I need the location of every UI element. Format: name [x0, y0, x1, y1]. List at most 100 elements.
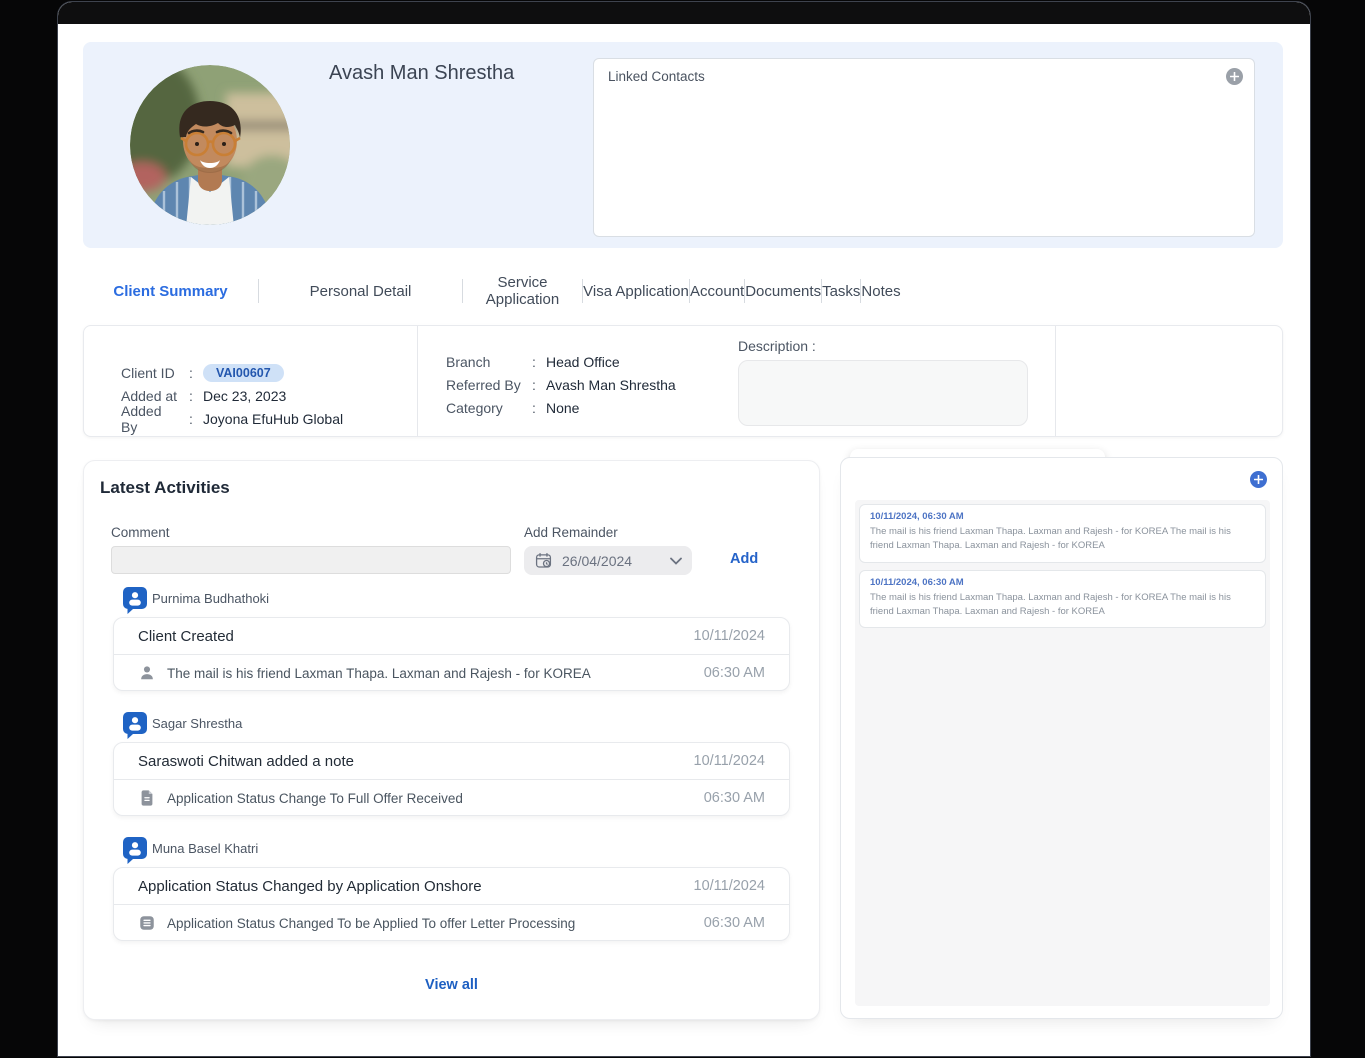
colon: :: [522, 377, 546, 393]
activity-card-header: Client Created 10/11/2024: [114, 618, 789, 655]
activity-card-header: Application Status Changed by Applicatio…: [114, 868, 789, 905]
activity-card-body: The mail is his friend Laxman Thapa. Lax…: [114, 655, 789, 691]
note-document-icon: [138, 789, 156, 807]
colon: :: [522, 400, 546, 416]
colon: :: [179, 411, 203, 427]
tab-service-application[interactable]: Service Application: [463, 274, 582, 308]
activity-user-name: Purnima Budhathoki: [152, 591, 269, 606]
add-note-button[interactable]: [1250, 471, 1267, 488]
activity-user-name: Muna Basel Khatri: [152, 841, 258, 856]
reminder-date-select[interactable]: 26/04/2024: [524, 546, 692, 575]
activity-item: Sagar Shrestha Saraswoti Chitwan added a…: [84, 712, 819, 816]
note-timestamp: 10/11/2024, 06:30 AM: [870, 577, 1255, 588]
app-window: Avash Man Shrestha Linked Contacts Clien…: [58, 2, 1310, 1056]
activity-card: Application Status Changed by Applicatio…: [113, 867, 790, 941]
activity-card-body: Application Status Change To Full Offer …: [114, 780, 789, 816]
activity-detail: Application Status Change To Full Offer …: [167, 791, 704, 806]
view-all-link[interactable]: View all: [84, 977, 819, 993]
colon: :: [179, 365, 203, 381]
note-text: The mail is his friend Laxman Thapa. Lax…: [870, 591, 1255, 620]
client-tabs: Client Summary Personal Detail Service A…: [83, 276, 1283, 306]
latest-activities-title: Latest Activities: [100, 478, 230, 498]
tab-account[interactable]: Account: [690, 283, 744, 300]
avatar-illustration: [130, 65, 290, 225]
client-name: Avash Man Shrestha: [329, 62, 514, 85]
note-item: 10/11/2024, 06:30 AM The mail is his fri…: [859, 570, 1266, 629]
added-at-value: Dec 23, 2023: [203, 388, 286, 404]
tab-tasks[interactable]: Tasks: [822, 283, 860, 300]
branch-row: Branch : Head Office: [446, 350, 738, 373]
branch-value: Head Office: [546, 354, 620, 370]
linked-contacts-panel: Linked Contacts: [593, 58, 1255, 237]
note-timestamp: 10/11/2024, 06:30 AM: [870, 511, 1255, 522]
reminder-date-value: 26/04/2024: [562, 553, 670, 569]
activity-item: Purnima Budhathoki Client Created 10/11/…: [84, 587, 819, 691]
activity-detail: The mail is his friend Laxman Thapa. Lax…: [167, 666, 704, 681]
added-by-row: Added By : Joyona EfuHub Global: [121, 407, 417, 430]
activity-user-row: Sagar Shrestha: [123, 712, 819, 742]
client-id-row: Client ID : VAI00607: [121, 361, 417, 384]
tab-documents[interactable]: Documents: [745, 283, 821, 300]
client-summary-card: Client ID : VAI00607 Added at : Dec 23, …: [83, 325, 1283, 437]
add-remainder-label: Add Remainder: [524, 525, 618, 540]
activity-time: 06:30 AM: [704, 915, 765, 931]
activity-item: Muna Basel Khatri Application Status Cha…: [84, 837, 819, 941]
activity-date: 10/11/2024: [694, 753, 766, 769]
activity-time: 06:30 AM: [704, 665, 765, 681]
note-item: 10/11/2024, 06:30 AM The mail is his fri…: [859, 504, 1266, 563]
category-label: Category: [446, 400, 522, 416]
colon: :: [522, 354, 546, 370]
note-text: The mail is his friend Laxman Thapa. Lax…: [870, 525, 1255, 554]
user-pin-icon: [123, 712, 147, 739]
referred-by-row: Referred By : Avash Man Shrestha: [446, 373, 738, 396]
activity-list: Purnima Budhathoki Client Created 10/11/…: [84, 587, 819, 962]
activity-time: 06:30 AM: [704, 790, 765, 806]
activity-card-header: Saraswoti Chitwan added a note 10/11/202…: [114, 743, 789, 780]
activity-card-body: Application Status Changed To be Applied…: [114, 905, 789, 941]
activity-date: 10/11/2024: [694, 878, 766, 894]
activity-event: Client Created: [138, 628, 694, 645]
description-textarea[interactable]: [738, 360, 1028, 426]
notes-panel: 10/11/2024, 06:30 AM The mail is his fri…: [840, 457, 1283, 1019]
activity-user-name: Sagar Shrestha: [152, 716, 242, 731]
colon: :: [179, 388, 203, 404]
comment-label: Comment: [111, 525, 170, 540]
profile-header-card: Avash Man Shrestha Linked Contacts: [83, 42, 1283, 248]
tab-client-summary[interactable]: Client Summary: [83, 283, 258, 300]
client-id-label: Client ID: [121, 365, 179, 381]
activity-date: 10/11/2024: [694, 628, 766, 644]
branch-label: Branch: [446, 354, 522, 370]
list-icon: [138, 914, 156, 932]
added-by-value: Joyona EfuHub Global: [203, 411, 343, 427]
calendar-clock-icon: [534, 551, 553, 570]
client-avatar: [130, 65, 290, 225]
chevron-down-icon: [670, 557, 682, 565]
add-linked-contact-button[interactable]: [1226, 68, 1243, 85]
client-id-badge: VAI00607: [203, 364, 284, 382]
summary-id-column: Client ID : VAI00607 Added at : Dec 23, …: [84, 326, 418, 436]
comment-input[interactable]: [111, 546, 511, 574]
activity-event: Saraswoti Chitwan added a note: [138, 753, 694, 770]
activity-event: Application Status Changed by Applicatio…: [138, 878, 694, 895]
activity-card: Saraswoti Chitwan added a note 10/11/202…: [113, 742, 790, 816]
tab-notes[interactable]: Notes: [861, 283, 900, 300]
tab-visa-application[interactable]: Visa Application: [583, 283, 689, 300]
add-reminder-button[interactable]: Add: [730, 551, 758, 567]
user-pin-icon: [123, 837, 147, 864]
activity-user-row: Muna Basel Khatri: [123, 837, 819, 867]
plus-icon: [1230, 72, 1239, 81]
plus-icon: [1254, 475, 1263, 484]
summary-branch-column: Branch : Head Office Referred By : Avash…: [418, 326, 738, 436]
tab-personal-detail[interactable]: Personal Detail: [259, 283, 462, 300]
category-row: Category : None: [446, 396, 738, 419]
activity-detail: Application Status Changed To be Applied…: [167, 916, 704, 931]
summary-description-column: Description :: [738, 326, 1056, 436]
activity-card: Client Created 10/11/2024 The mail is hi…: [113, 617, 790, 691]
added-by-label: Added By: [121, 403, 179, 435]
linked-contacts-label: Linked Contacts: [608, 69, 705, 84]
user-pin-icon: [123, 587, 147, 614]
referred-by-value: Avash Man Shrestha: [546, 377, 676, 393]
person-icon: [138, 664, 156, 682]
added-at-label: Added at: [121, 388, 179, 404]
referred-by-label: Referred By: [446, 377, 522, 393]
